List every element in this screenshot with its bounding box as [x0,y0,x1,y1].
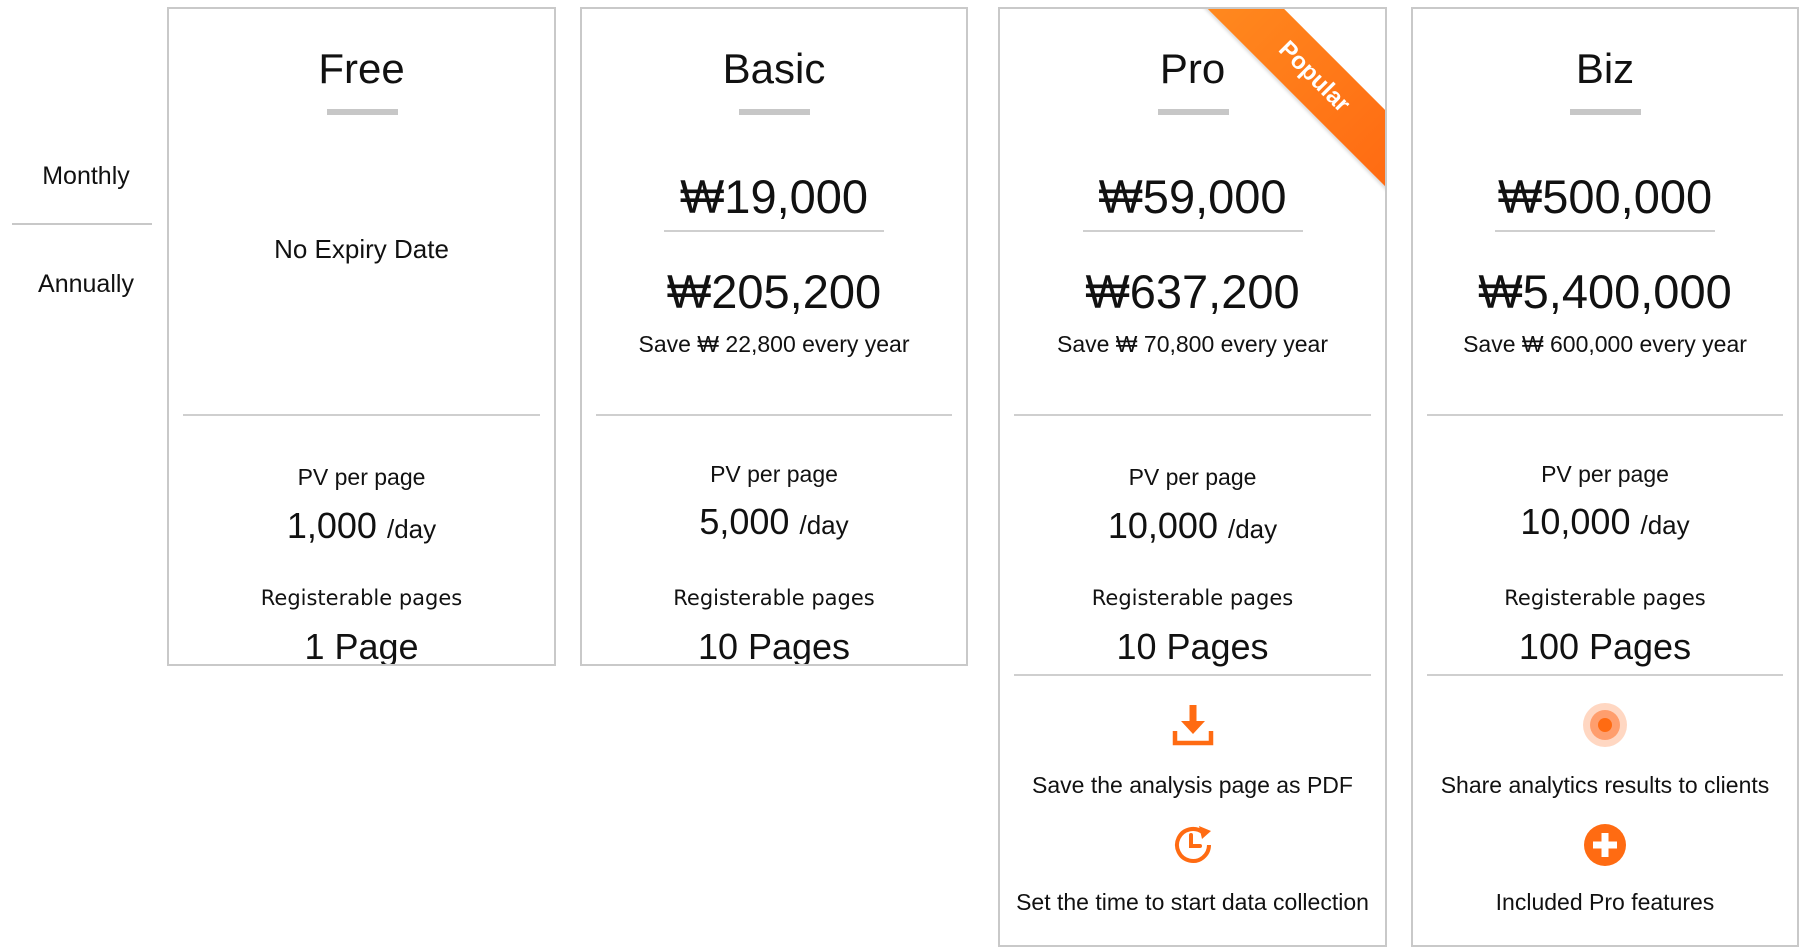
price-monthly: ₩19,000 [679,170,869,223]
price-monthly: ₩59,000 [1098,170,1287,223]
expiry-text: No Expiry Date [274,234,449,264]
section-divider [1014,414,1371,416]
feature-pro-included-text: Included Pro features [1495,889,1715,915]
name-underline [1157,109,1229,115]
price-monthly: ₩500,000 [1497,170,1713,223]
registerable-label: Registerable pages [673,586,875,610]
save-text: Save ₩ 22,800 every year [638,331,910,357]
pv-unit: /day [799,510,849,540]
pv-value: 1,000 /day [169,505,554,547]
section-divider [1014,674,1371,676]
feature-start-time-text: Set the time to start data collection [1016,889,1369,915]
name-underline [326,109,398,115]
feature-share-text: Share analytics results to clients [1440,772,1770,798]
pv-unit: /day [1640,510,1690,540]
name-underline [739,109,810,115]
pv-value: 10,000 /day [1413,501,1797,543]
pv-label: PV per page [1541,461,1669,487]
registerable-value: 100 Pages [1518,626,1692,667]
pv-label: PV per page [710,461,838,487]
registerable-value: 10 Pages [697,626,851,666]
feature-pdf-text: Save the analysis page as PDF [1032,772,1353,798]
price-annual: ₩205,200 [666,265,882,318]
registerable-value: 1 Page [304,626,419,666]
plan-name: Free [318,45,405,92]
section-divider [183,414,540,416]
pv-number: 10,000 [1107,505,1218,546]
pv-unit: /day [1227,514,1278,544]
plan-card-pro[interactable]: Popular Pro ₩59,000 ₩637,200 Save ₩ 70,8… [998,7,1387,947]
plan-card-biz[interactable]: Biz ₩500,000 ₩5,400,000 Save ₩ 600,000 e… [1411,7,1799,947]
popular-badge: Popular [1199,9,1385,192]
pv-value: 5,000 /day [582,501,966,543]
pv-label: PV per page [297,464,426,490]
period-monthly[interactable]: Monthly [10,162,162,191]
save-text: Save ₩ 600,000 every year [1463,331,1747,357]
section-divider [596,414,952,416]
registerable-label: Registerable pages [1091,586,1294,610]
registerable-value: 10 Pages [1116,626,1269,667]
broadcast-dot-icon [1583,703,1627,747]
section-divider [1427,414,1783,416]
plan-card-free[interactable]: Free No Expiry Date PV per page 1,000 /d… [167,7,556,666]
registerable-label: Registerable pages [1504,586,1706,610]
pv-number: 5,000 [699,501,790,542]
plan-name: Biz [1575,45,1635,92]
name-underline [1570,109,1641,115]
pv-label: PV per page [1128,464,1257,490]
download-icon [1172,705,1213,746]
pv-unit: /day [386,514,437,544]
pv-number: 10,000 [1520,501,1631,542]
period-annually[interactable]: Annually [10,270,162,299]
save-text: Save ₩ 70,800 every year [1056,331,1329,357]
price-divider [1495,230,1715,232]
price-divider [1082,230,1303,232]
plan-name: Pro [1159,45,1226,92]
price-divider [664,230,884,232]
pv-value: 10,000 /day [1000,505,1385,547]
clock-refresh-icon [1174,826,1211,863]
registerable-label: Registerable pages [260,586,463,610]
plus-circle-icon [1584,824,1626,866]
pv-number: 1,000 [286,505,377,546]
plan-card-basic[interactable]: Basic ₩19,000 ₩205,200 Save ₩ 22,800 eve… [580,7,968,666]
plan-name: Basic [722,45,826,92]
period-divider [12,223,152,225]
section-divider [1427,674,1783,676]
price-annual: ₩637,200 [1085,265,1300,318]
price-annual: ₩5,400,000 [1478,265,1732,318]
